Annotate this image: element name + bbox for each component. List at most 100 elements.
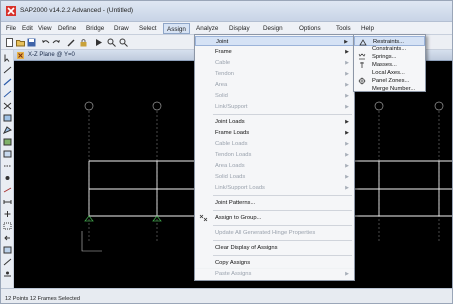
menu-item-label: Solid Loads [215, 174, 246, 180]
intersecting-line-select-icon[interactable] [3, 258, 12, 266]
draw-solid-icon[interactable] [3, 150, 12, 158]
save-icon[interactable] [27, 38, 36, 47]
draw-dimension-icon[interactable] [3, 198, 12, 206]
menu-edit[interactable]: Edit [22, 25, 33, 32]
draw-area-icon[interactable] [3, 114, 12, 122]
assign-menu-cable-loads: Cable Loads ▶ [195, 139, 354, 149]
selection-status: 12 Points 12 Frames Selected [5, 296, 80, 302]
submenu-arrow-icon: ▶ [345, 93, 349, 99]
assign-menu-frame[interactable]: Frame ▶ [195, 47, 354, 57]
assign-menu-joint[interactable]: Joint ▶ [195, 36, 354, 46]
draw-rect-area-icon[interactable] [3, 138, 12, 146]
menu-draw[interactable]: Draw [114, 25, 129, 32]
pointer-icon[interactable] [3, 54, 12, 62]
submenu-arrow-icon: ▶ [344, 39, 348, 45]
assign-menu-link-support: Link/Support ▶ [195, 102, 354, 112]
menu-item-label: Solid [215, 93, 228, 99]
menu-item-label: Tendon Loads [215, 152, 252, 158]
menu-separator [213, 255, 352, 256]
draw-frame-icon[interactable] [3, 78, 12, 86]
menu-separator [213, 195, 352, 196]
submenu-arrow-icon: ▶ [345, 271, 349, 277]
menu-separator [213, 210, 352, 211]
submenu-arrow-icon: ▶ [345, 152, 349, 158]
reshape-icon[interactable] [3, 66, 12, 74]
assign-menu-area-loads: Area Loads ▶ [195, 161, 354, 171]
draw-special-joint-icon[interactable] [3, 174, 12, 182]
zoom-out-icon[interactable] [119, 38, 128, 47]
menu-define[interactable]: Define [58, 25, 76, 32]
menu-separator [213, 240, 352, 241]
menu-file[interactable]: File [6, 25, 16, 32]
snap-icon[interactable] [3, 270, 12, 278]
assign-menu-paste-assigns: Paste Assigns ▶ [195, 269, 354, 279]
menu-view[interactable]: View [38, 25, 52, 32]
assign-menu-frame-loads[interactable]: Frame Loads ▶ [195, 128, 354, 138]
submenu-arrow-icon: ▶ [345, 130, 349, 136]
assign-menu-copy-assigns[interactable]: Copy Assigns [195, 258, 354, 268]
menu-item-label: Assign to Group... [215, 215, 262, 221]
run-analysis-icon[interactable] [94, 38, 103, 47]
lock-icon[interactable] [79, 38, 88, 47]
menu-item-label: Joint Loads [215, 119, 245, 125]
redo-icon[interactable] [52, 38, 61, 47]
grid-bubble-d [374, 101, 384, 111]
menu-bridge[interactable]: Bridge [86, 25, 104, 32]
undo-icon[interactable] [41, 38, 50, 47]
menu-item-label: Clear Display of Assigns [215, 245, 278, 251]
menu-item-label: Area Loads [215, 163, 245, 169]
get-previous-selection-icon[interactable] [3, 234, 12, 242]
menu-item-label: Update All Generated Hinge Properties [215, 230, 316, 236]
menu-design[interactable]: Design [263, 25, 283, 32]
select-all-icon[interactable] [3, 222, 12, 230]
assign-menu-clear-display[interactable]: Clear Display of Assigns [195, 243, 354, 253]
menu-help[interactable]: Help [361, 25, 374, 32]
joint-submenu: Restraints... Constraints... Springs... … [353, 34, 426, 92]
assign-menu-link-support-loads: Link/Support Loads ▶ [195, 183, 354, 193]
draw-reference-point-icon[interactable] [3, 210, 12, 218]
menu-item-label: Cable [215, 60, 231, 66]
menu-assign[interactable]: Assign [163, 23, 190, 34]
assign-menu-solid: Solid ▶ [195, 91, 354, 101]
menu-select[interactable]: Select [139, 25, 157, 32]
assign-menu-assign-to-group[interactable]: Assign to Group... [195, 213, 354, 223]
grid-bubble-e [434, 101, 444, 111]
quick-draw-frame-icon[interactable] [3, 90, 12, 98]
assign-menu-tendon-loads: Tendon Loads ▶ [195, 150, 354, 160]
submenu-arrow-icon: ▶ [345, 174, 349, 180]
menu-item-label: Joint Patterns... [215, 200, 256, 206]
menu-item-label: Frame [215, 49, 232, 55]
clear-selection-icon[interactable] [3, 246, 12, 254]
assign-menu-solid-loads: Solid Loads ▶ [195, 172, 354, 182]
menu-item-label: Area [215, 82, 228, 88]
menu-tools[interactable]: Tools [336, 25, 351, 32]
close-view-icon[interactable] [17, 52, 24, 59]
draw-link-icon[interactable] [3, 162, 12, 170]
menu-display[interactable]: Display [229, 25, 250, 32]
pencil-icon[interactable] [67, 38, 76, 47]
menu-analyze[interactable]: Analyze [196, 25, 218, 32]
new-model-icon[interactable] [5, 38, 14, 47]
submenu-arrow-icon: ▶ [345, 60, 349, 66]
open-icon[interactable] [16, 38, 25, 47]
submenu-arrow-icon: ▶ [345, 119, 349, 125]
menu-item-label: Tendon [215, 71, 235, 77]
menu-options[interactable]: Options [299, 25, 321, 32]
left-toolbar [1, 50, 14, 288]
joint-submenu-merge-number[interactable]: Merge Number... [354, 84, 425, 94]
title-bar: SAP2000 v14.2.2 Advanced - (Untitled) [1, 1, 452, 22]
assign-menu-area: Area ▶ [195, 80, 354, 90]
menu-item-label: Frame Loads [215, 130, 250, 136]
draw-brace-icon[interactable] [3, 102, 12, 110]
draw-section-cut-icon[interactable] [3, 186, 12, 194]
assign-menu-joint-loads[interactable]: Joint Loads ▶ [195, 117, 354, 127]
status-bar: 12 Points 12 Frames Selected [1, 288, 452, 303]
submenu-arrow-icon: ▶ [345, 185, 349, 191]
draw-poly-area-icon[interactable] [3, 126, 12, 134]
zoom-in-icon[interactable] [107, 38, 116, 47]
assign-menu-joint-patterns[interactable]: Joint Patterns... [195, 198, 354, 208]
menu-item-label: Paste Assigns [215, 271, 252, 277]
submenu-arrow-icon: ▶ [345, 71, 349, 77]
submenu-arrow-icon: ▶ [345, 141, 349, 147]
grid-bubble-a [84, 101, 94, 111]
